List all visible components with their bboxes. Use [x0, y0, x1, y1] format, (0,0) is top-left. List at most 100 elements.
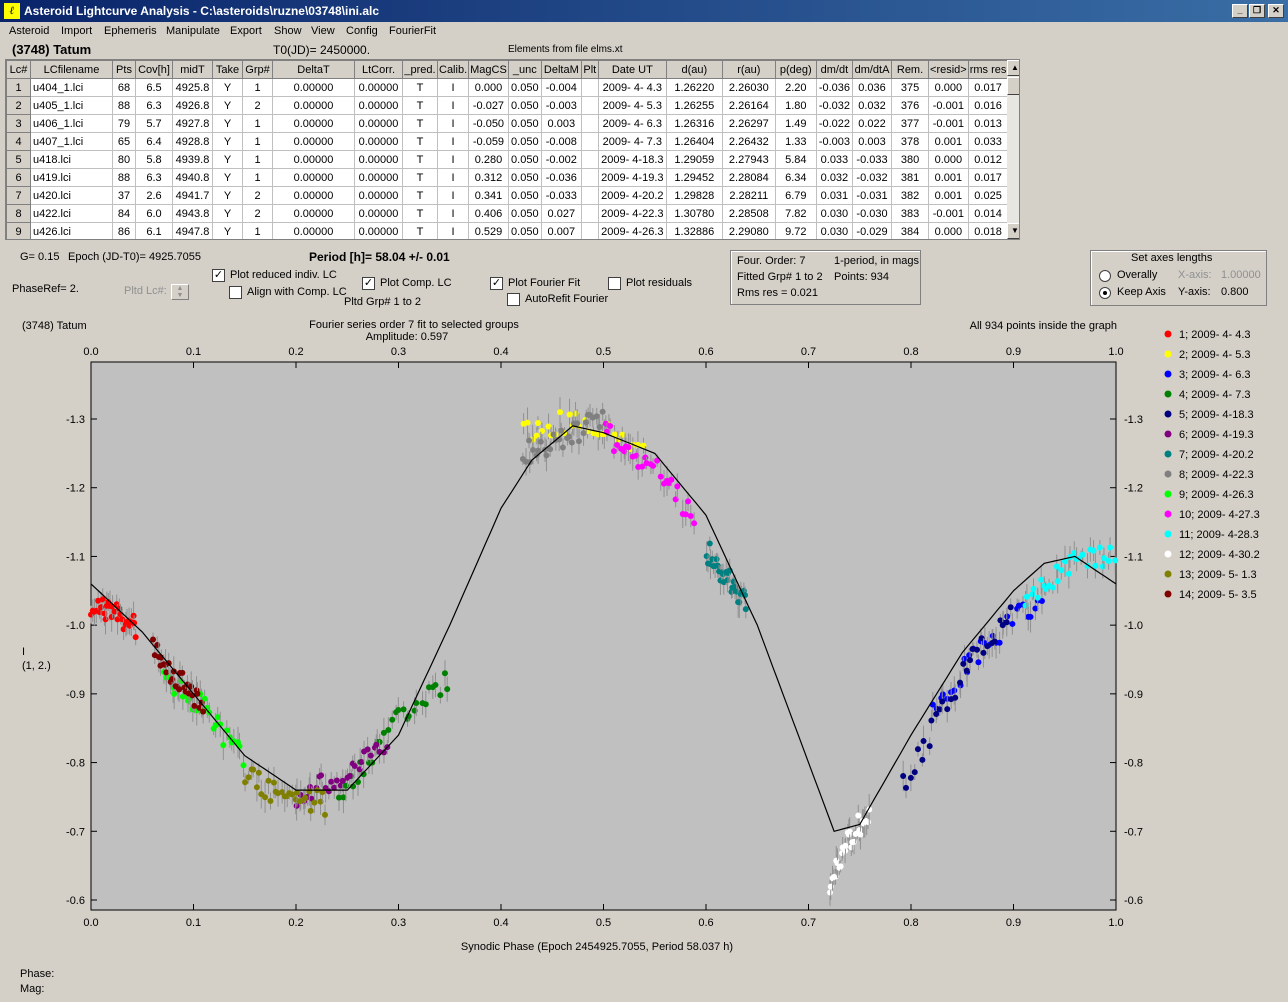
table-cell[interactable]: 0.00000 — [272, 186, 355, 205]
table-cell[interactable]: 1 — [242, 132, 273, 151]
table-cell[interactable]: 4925.8 — [172, 78, 213, 97]
table-cell[interactable]: 0.00000 — [272, 132, 355, 151]
table-cell[interactable] — [580, 114, 599, 133]
table-cell[interactable]: 0.050 — [507, 222, 542, 239]
table-cell[interactable]: 0.050 — [507, 168, 542, 187]
table-cell[interactable]: 378 — [891, 132, 930, 151]
column-header[interactable]: dm/dt — [815, 60, 854, 79]
table-cell[interactable]: 6 — [6, 168, 31, 187]
table-cell[interactable]: 0.341 — [468, 186, 509, 205]
table-cell[interactable]: 1 — [6, 78, 31, 97]
table-cell[interactable]: 0.00000 — [272, 114, 355, 133]
table-cell[interactable]: 0.003 — [540, 114, 582, 133]
table-cell[interactable]: 80 — [112, 150, 136, 169]
table-cell[interactable]: 0.033 — [967, 132, 1009, 151]
maximize-button[interactable]: ❐ — [1249, 4, 1265, 18]
table-cell[interactable]: 84 — [112, 204, 136, 223]
table-cell[interactable] — [580, 96, 599, 115]
table-cell[interactable]: 0.050 — [507, 78, 542, 97]
table-cell[interactable]: 1.26316 — [665, 114, 723, 133]
table-cell[interactable]: 2009- 4-19.3 — [597, 168, 667, 187]
table-cell[interactable]: 4941.7 — [172, 186, 213, 205]
table-cell[interactable]: 1 — [242, 150, 273, 169]
table-cell[interactable]: 6.5 — [135, 78, 173, 97]
table-cell[interactable]: 88 — [112, 168, 136, 187]
column-header[interactable]: Cov[h] — [135, 60, 173, 79]
table-cell[interactable]: 6.0 — [135, 204, 173, 223]
table-cell[interactable]: 5 — [6, 150, 31, 169]
table-cell[interactable]: 0.001 — [928, 168, 969, 187]
table-cell[interactable]: -0.032 — [815, 96, 854, 115]
table-cell[interactable]: 0.050 — [507, 132, 542, 151]
table-cell[interactable]: 0.406 — [468, 204, 509, 223]
table-cell[interactable]: 1.80 — [774, 96, 817, 115]
table-cell[interactable]: -0.002 — [540, 150, 582, 169]
menu-asteroid[interactable]: Asteroid — [9, 25, 49, 37]
table-cell[interactable]: 0.00000 — [354, 132, 403, 151]
table-cell[interactable]: 1.29059 — [665, 150, 723, 169]
table-cell[interactable]: 0.050 — [507, 96, 542, 115]
table-cell[interactable]: 86 — [112, 222, 136, 239]
table-row[interactable]: 9 u426.lci 86 6.1 4947.8 Y 1 0.00000 0.00000 T I 0.… — [6, 222, 1009, 239]
table-cell[interactable]: 383 — [891, 204, 930, 223]
table-cell[interactable]: 2.26030 — [721, 78, 776, 97]
table-cell[interactable]: 9 — [6, 222, 31, 239]
table-cell[interactable]: 0.000 — [468, 78, 509, 97]
pltd-lc-spinner[interactable]: ▲ ▼ — [171, 284, 189, 300]
table-cell[interactable]: -0.003 — [540, 96, 582, 115]
table-cell[interactable]: 2.28084 — [721, 168, 776, 187]
table-cell[interactable]: 1 — [242, 222, 273, 239]
table-cell[interactable]: I — [436, 78, 470, 97]
table-cell[interactable]: I — [436, 186, 470, 205]
table-cell[interactable]: -0.031 — [852, 186, 893, 205]
table-cell[interactable]: 2 — [242, 96, 273, 115]
table-cell[interactable]: 4926.8 — [172, 96, 213, 115]
table-cell[interactable]: T — [402, 150, 438, 169]
table-cell[interactable]: T — [402, 96, 438, 115]
table-cell[interactable]: I — [436, 150, 470, 169]
table-row[interactable]: 6 u419.lci 88 6.3 4940.8 Y 1 0.00000 0.00000 T I 0.… — [6, 168, 1009, 187]
table-cell[interactable]: 2009- 4-18.3 — [597, 150, 667, 169]
table-cell[interactable]: 0.00000 — [272, 96, 355, 115]
table-cell[interactable]: 0.032 — [852, 96, 893, 115]
table-cell[interactable]: Y — [212, 186, 243, 205]
table-cell[interactable]: I — [436, 96, 470, 115]
table-cell[interactable]: 0.000 — [928, 222, 969, 239]
table-cell[interactable]: 2009- 4-26.3 — [597, 222, 667, 239]
table-cell[interactable]: 1 — [242, 168, 273, 187]
table-cell[interactable]: 6.4 — [135, 132, 173, 151]
table-cell[interactable]: 1.26220 — [665, 78, 723, 97]
table-cell[interactable]: 0.050 — [507, 114, 542, 133]
table-cell[interactable]: 6.3 — [135, 168, 173, 187]
table-cell[interactable]: 68 — [112, 78, 136, 97]
table-cell[interactable]: -0.022 — [815, 114, 854, 133]
table-cell[interactable]: 2.28211 — [721, 186, 776, 205]
table-cell[interactable]: 2.26297 — [721, 114, 776, 133]
table-cell[interactable]: 2.28508 — [721, 204, 776, 223]
column-header[interactable]: Plt — [580, 60, 599, 79]
table-cell[interactable]: 0.014 — [967, 204, 1009, 223]
table-cell[interactable]: 0.022 — [852, 114, 893, 133]
table-cell[interactable]: 2009- 4- 5.3 — [597, 96, 667, 115]
table-cell[interactable] — [580, 78, 599, 97]
table-row[interactable]: 3 u406_1.lci 79 5.7 4927.8 Y 1 0.00000 0.00000 T I… — [6, 114, 1009, 133]
lightcurve-chart[interactable]: (3748) Tatum Fourier series order 7 fit … — [19, 313, 1281, 960]
table-cell[interactable]: 0.033 — [815, 150, 854, 169]
table-cell[interactable]: 0.001 — [928, 132, 969, 151]
table-cell[interactable]: 0.00000 — [272, 204, 355, 223]
table-row[interactable]: 5 u418.lci 80 5.8 4939.8 Y 1 0.00000 0.00000 T I 0.… — [6, 150, 1009, 169]
table-cell[interactable]: u407_1.lci — [30, 132, 113, 151]
table-cell[interactable]: 37 — [112, 186, 136, 205]
table-cell[interactable]: 7 — [6, 186, 31, 205]
table-cell[interactable]: 0.031 — [815, 186, 854, 205]
table-cell[interactable]: -0.008 — [540, 132, 582, 151]
table-cell[interactable]: 1 — [242, 78, 273, 97]
scroll-down-arrow-icon[interactable]: ▼ — [1007, 223, 1019, 239]
column-header[interactable]: LtCorr. — [354, 60, 403, 79]
table-cell[interactable]: T — [402, 78, 438, 97]
menu-import[interactable]: Import — [61, 25, 92, 37]
column-header[interactable]: Lc# — [6, 60, 31, 79]
table-cell[interactable]: 6.79 — [774, 186, 817, 205]
table-cell[interactable]: 0.012 — [967, 150, 1009, 169]
table-cell[interactable]: -0.004 — [540, 78, 582, 97]
